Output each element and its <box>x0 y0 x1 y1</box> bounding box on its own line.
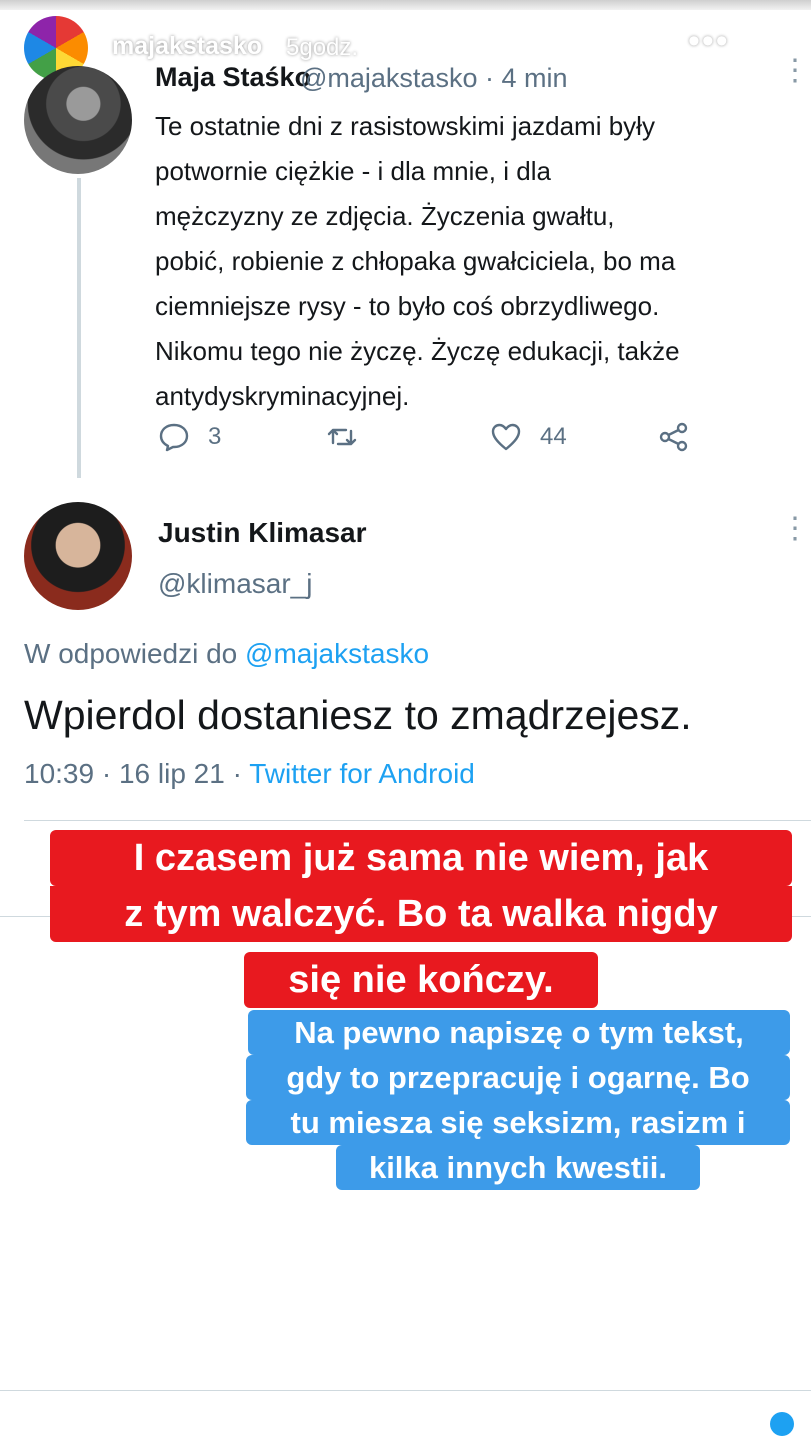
author-name[interactable]: Justin Klimasar <box>158 517 367 549</box>
reply-icon <box>159 423 189 452</box>
story-caption-blue-line: kilka innych kwestii. <box>336 1145 700 1190</box>
tweet-source-link[interactable]: Twitter for Android <box>249 758 475 789</box>
story-caption-blue-line: tu miesza się seksizm, rasizm i <box>246 1100 790 1145</box>
tweet-date[interactable]: 10:39 · 16 lip 21 · <box>24 758 249 789</box>
reply-context: W odpowiedzi do @majakstasko <box>24 638 429 670</box>
reply-button[interactable]: 3 <box>158 420 221 454</box>
author-name[interactable]: Maja Staśko <box>155 62 311 93</box>
reply-prefix: W odpowiedzi do <box>24 638 246 669</box>
tweet-meta: 10:39 · 16 lip 21 · Twitter for Android <box>24 758 475 790</box>
story-more-button[interactable]: ••• <box>688 22 730 61</box>
author-handle[interactable]: @klimasar_j <box>158 568 312 600</box>
story-caption-red-line: I czasem już sama nie wiem, jak <box>50 830 792 886</box>
tweet-text: Wpierdol dostaniesz to zmądrzejesz. <box>24 692 692 738</box>
tweet-text-line: pobić, robienie z chłopaka gwałciciela, … <box>155 246 676 276</box>
tweet-text-line: mężczyzny ze zdjęcia. Życzenia gwałtu, <box>155 201 615 231</box>
tweet-text-line: potwornie ciężkie - i dla mnie, i dla <box>155 156 551 186</box>
tweet-text-line: antydyskryminacyjnej. <box>155 381 410 411</box>
more-options-icon[interactable]: ⋮ <box>780 514 810 544</box>
like-count: 44 <box>540 423 567 450</box>
avatar[interactable] <box>24 66 132 174</box>
reply-count: 3 <box>208 423 222 450</box>
divider <box>24 820 811 821</box>
story-caption-blue-line: gdy to przepracuję i ogarnę. Bo <box>246 1055 790 1100</box>
more-options-icon[interactable]: ⋮ <box>780 56 810 86</box>
compose-icon[interactable] <box>770 1412 794 1436</box>
divider <box>0 1390 811 1391</box>
retweet-button[interactable] <box>326 420 358 454</box>
story-time: 5godz. <box>286 34 359 61</box>
thread-line <box>77 178 81 478</box>
story-caption-red-line: z tym walczyć. Bo ta walka nigdy <box>50 886 792 942</box>
story-username[interactable]: majakstasko <box>112 32 262 61</box>
heart-icon <box>491 423 521 451</box>
tweet-text-line: Nikomu tego nie życzę. Życzę edukacji, t… <box>155 336 680 366</box>
avatar[interactable] <box>24 502 132 610</box>
like-button[interactable]: 44 <box>490 420 567 454</box>
author-handle-time[interactable]: @majakstasko · 4 min <box>300 63 567 94</box>
share-icon <box>659 422 688 452</box>
share-button[interactable] <box>658 420 690 454</box>
tweet-text-line: Te ostatnie dni z rasistowskimi jazdami … <box>155 111 655 141</box>
story-caption-blue-line: Na pewno napiszę o tym tekst, <box>248 1010 790 1055</box>
retweet-icon <box>327 428 357 446</box>
reply-handle-link[interactable]: @majakstasko <box>245 638 429 669</box>
story-caption-red-line: się nie kończy. <box>244 952 598 1008</box>
tweet-text: Te ostatnie dni z rasistowskimi jazdami … <box>155 104 805 419</box>
tweet-text-line: ciemniejsze rysy - to było coś obrzydliw… <box>155 291 660 321</box>
story-progress-bar <box>0 0 811 10</box>
